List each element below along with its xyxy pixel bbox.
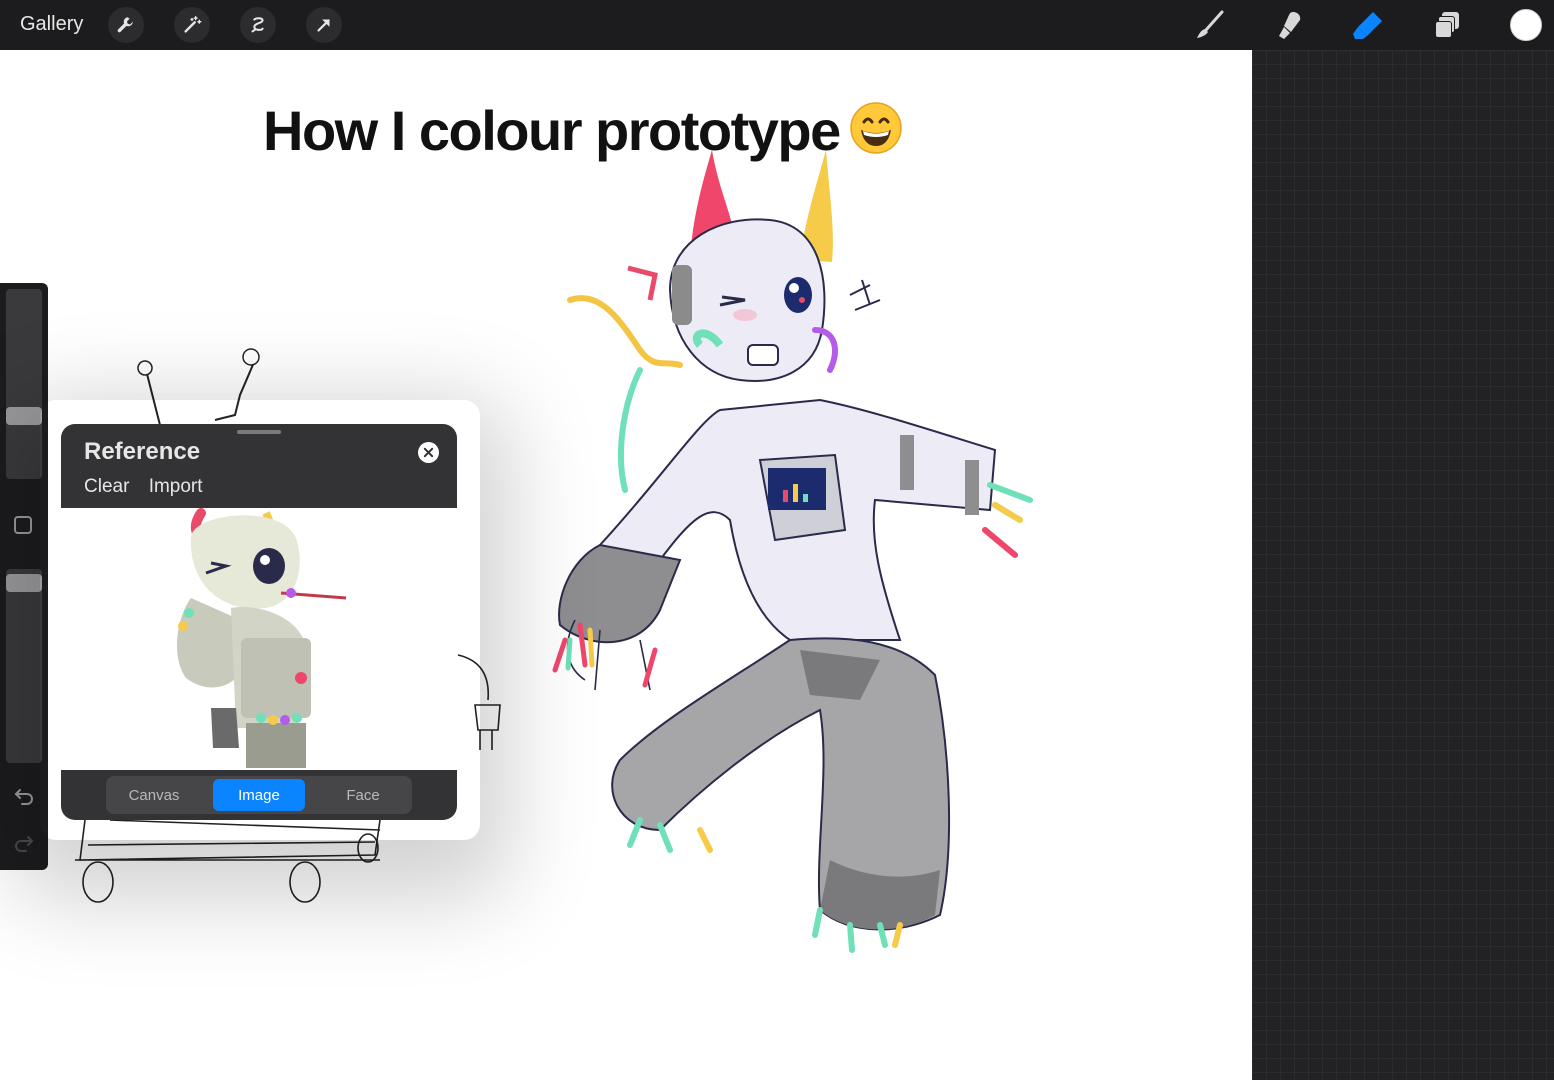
reference-title: Reference bbox=[84, 438, 201, 465]
tab-canvas[interactable]: Canvas bbox=[108, 779, 200, 811]
magic-wand-icon[interactable] bbox=[174, 7, 210, 43]
close-icon[interactable] bbox=[418, 442, 439, 463]
brush-size-knob[interactable] bbox=[6, 407, 42, 425]
color-swatch-button[interactable] bbox=[1510, 9, 1542, 41]
wrench-icon[interactable] bbox=[108, 7, 144, 43]
canvas-outer-area bbox=[1252, 50, 1554, 1080]
eraser-icon[interactable] bbox=[1350, 8, 1386, 42]
transform-arrow-icon[interactable] bbox=[306, 7, 342, 43]
undo-icon[interactable] bbox=[12, 782, 36, 806]
brush-icon[interactable] bbox=[1192, 8, 1228, 42]
layers-icon[interactable] bbox=[1430, 8, 1466, 42]
import-button[interactable]: Import bbox=[149, 476, 203, 497]
panel-drag-handle[interactable] bbox=[237, 430, 281, 434]
modify-square-icon[interactable] bbox=[14, 516, 32, 534]
clear-button[interactable]: Clear bbox=[84, 476, 129, 497]
opacity-slider[interactable] bbox=[6, 569, 42, 763]
tab-image[interactable]: Image bbox=[213, 779, 305, 811]
smudge-icon[interactable] bbox=[1270, 8, 1306, 42]
reference-mode-tabs: Canvas Image Face bbox=[106, 776, 412, 814]
canvas-headline: How I colour prototype bbox=[263, 98, 902, 163]
selection-icon[interactable] bbox=[240, 7, 276, 43]
redo-icon[interactable] bbox=[12, 829, 36, 853]
gallery-button[interactable]: Gallery bbox=[20, 13, 83, 36]
grinning-face-emoji bbox=[850, 102, 902, 154]
opacity-knob[interactable] bbox=[6, 574, 42, 592]
reference-panel[interactable]: Reference Clear Import Canvas Image Face bbox=[61, 424, 457, 820]
top-toolbar: Gallery bbox=[0, 0, 1554, 50]
tab-face[interactable]: Face bbox=[317, 779, 409, 811]
brush-size-slider[interactable] bbox=[6, 289, 42, 479]
reference-actions: Clear Import bbox=[84, 476, 217, 498]
reference-image bbox=[61, 508, 457, 770]
